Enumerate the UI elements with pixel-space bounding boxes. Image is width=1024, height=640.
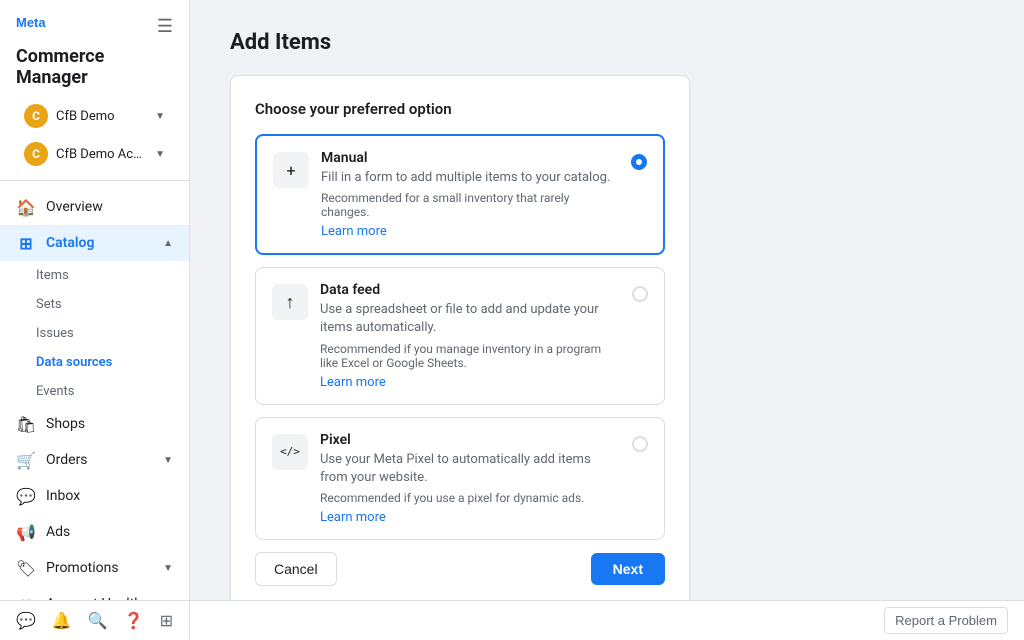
- sub-item-label: Items: [36, 268, 69, 283]
- pixel-learn-more[interactable]: Learn more: [320, 510, 386, 525]
- sub-account-name: CfB Demo Account (719900...: [56, 147, 147, 162]
- sub-account-avatar: C: [24, 142, 48, 166]
- primary-account-selector[interactable]: C CfB Demo ▼: [16, 98, 173, 134]
- sidebar-item-orders[interactable]: 🛒 Orders ▼: [0, 442, 189, 478]
- next-button[interactable]: Next: [591, 553, 665, 585]
- data-feed-radio[interactable]: [632, 286, 648, 302]
- chevron-down-icon: ▼: [155, 111, 165, 122]
- sidebar-item-label: Promotions: [46, 560, 153, 576]
- app-title: Commerce Manager: [16, 46, 173, 88]
- sidebar-item-promotions[interactable]: 🏷 Promotions ▼: [0, 550, 189, 586]
- sidebar-item-label: Catalog: [46, 235, 153, 251]
- sidebar-sub-item-sets[interactable]: Sets: [0, 290, 189, 319]
- svg-text:Meta: Meta: [16, 15, 46, 30]
- sidebar-item-catalog[interactable]: ⊞ Catalog ▲: [0, 225, 189, 261]
- add-items-card: Choose your preferred option + Manual Fi…: [230, 75, 690, 600]
- pixel-content: Pixel Use your Meta Pixel to automatical…: [320, 432, 620, 525]
- data-feed-rec: Recommended if you manage inventory in a…: [320, 342, 620, 370]
- page-title: Add Items: [230, 30, 984, 55]
- sidebar-item-account-health[interactable]: ❤ Account Health: [0, 586, 189, 600]
- main-area: Add Items Choose your preferred option +…: [190, 0, 1024, 640]
- option-data-feed[interactable]: ↑ Data feed Use a spreadsheet or file to…: [255, 267, 665, 404]
- data-feed-title: Data feed: [320, 282, 620, 298]
- manual-title: Manual: [321, 150, 619, 166]
- pixel-title: Pixel: [320, 432, 620, 448]
- main-content: Add Items Choose your preferred option +…: [190, 0, 1024, 600]
- manual-rec: Recommended for a small inventory that r…: [321, 191, 619, 219]
- sidebar-item-shops[interactable]: 🛍 Shops: [0, 406, 189, 442]
- data-feed-icon: ↑: [272, 284, 308, 320]
- sidebar-item-label: Orders: [46, 452, 153, 468]
- data-feed-desc: Use a spreadsheet or file to add and upd…: [320, 301, 620, 337]
- manual-icon: +: [273, 152, 309, 188]
- sidebar-item-ads[interactable]: 📢 Ads: [0, 514, 189, 550]
- chat-icon[interactable]: 💬: [16, 611, 36, 630]
- card-subtitle: Choose your preferred option: [255, 100, 665, 118]
- manual-radio[interactable]: [631, 154, 647, 170]
- sub-item-label: Issues: [36, 326, 74, 341]
- card-actions: Cancel Next: [255, 552, 665, 586]
- sidebar-footer: 💬 🔔 🔍 ❓ ⊞: [0, 600, 189, 640]
- catalog-icon: ⊞: [16, 233, 36, 253]
- inbox-icon: 💬: [16, 486, 36, 506]
- sidebar-item-overview[interactable]: 🏠 Overview: [0, 189, 189, 225]
- account-avatar: C: [24, 104, 48, 128]
- sub-chevron-down-icon: ▼: [155, 149, 165, 160]
- orders-icon: 🛒: [16, 450, 36, 470]
- sidebar-sub-item-items[interactable]: Items: [0, 261, 189, 290]
- sidebar-sub-item-events[interactable]: Events: [0, 377, 189, 406]
- sub-item-label: Data sources: [36, 355, 112, 370]
- secondary-account-selector[interactable]: C CfB Demo Account (719900... ▼: [16, 136, 173, 172]
- bell-icon[interactable]: 🔔: [52, 611, 72, 630]
- manual-content: Manual Fill in a form to add multiple it…: [321, 150, 619, 239]
- orders-chevron-icon: ▼: [163, 455, 173, 466]
- option-manual[interactable]: + Manual Fill in a form to add multiple …: [255, 134, 665, 255]
- sub-item-label: Events: [36, 384, 74, 399]
- meta-logo: Meta: [16, 12, 76, 32]
- catalog-chevron-icon: ▲: [163, 238, 173, 249]
- bottom-bar: Report a Problem: [190, 600, 1024, 640]
- sidebar-item-label: Overview: [46, 199, 173, 215]
- menu-icon[interactable]: ☰: [157, 16, 173, 37]
- manual-learn-more[interactable]: Learn more: [321, 224, 387, 239]
- option-pixel[interactable]: </> Pixel Use your Meta Pixel to automat…: [255, 417, 665, 540]
- pixel-rec: Recommended if you use a pixel for dynam…: [320, 491, 620, 505]
- sub-item-label: Sets: [36, 297, 62, 312]
- sidebar-item-inbox[interactable]: 💬 Inbox: [0, 478, 189, 514]
- sidebar-sub-item-data-sources[interactable]: Data sources: [0, 348, 189, 377]
- layout-icon[interactable]: ⊞: [160, 611, 173, 630]
- sidebar-item-label: Inbox: [46, 488, 173, 504]
- pixel-desc: Use your Meta Pixel to automatically add…: [320, 451, 620, 487]
- sidebar-sub-item-issues[interactable]: Issues: [0, 319, 189, 348]
- promotions-icon: 🏷: [16, 558, 36, 578]
- data-feed-content: Data feed Use a spreadsheet or file to a…: [320, 282, 620, 389]
- pixel-icon: </>: [272, 434, 308, 470]
- sidebar-item-label: Shops: [46, 416, 173, 432]
- sidebar-item-label: Ads: [46, 524, 173, 540]
- home-icon: 🏠: [16, 197, 36, 217]
- pixel-radio[interactable]: [632, 436, 648, 452]
- promotions-chevron-icon: ▼: [163, 563, 173, 574]
- report-problem-button[interactable]: Report a Problem: [884, 607, 1008, 634]
- help-icon[interactable]: ❓: [124, 611, 144, 630]
- search-icon[interactable]: 🔍: [88, 611, 108, 630]
- ads-icon: 📢: [16, 522, 36, 542]
- sidebar-nav: 🏠 Overview ⊞ Catalog ▲ Items Sets Issues…: [0, 181, 189, 600]
- shops-icon: 🛍: [16, 414, 36, 434]
- account-name: CfB Demo: [56, 109, 147, 124]
- data-feed-learn-more[interactable]: Learn more: [320, 375, 386, 390]
- cancel-button[interactable]: Cancel: [255, 552, 337, 586]
- manual-desc: Fill in a form to add multiple items to …: [321, 169, 619, 187]
